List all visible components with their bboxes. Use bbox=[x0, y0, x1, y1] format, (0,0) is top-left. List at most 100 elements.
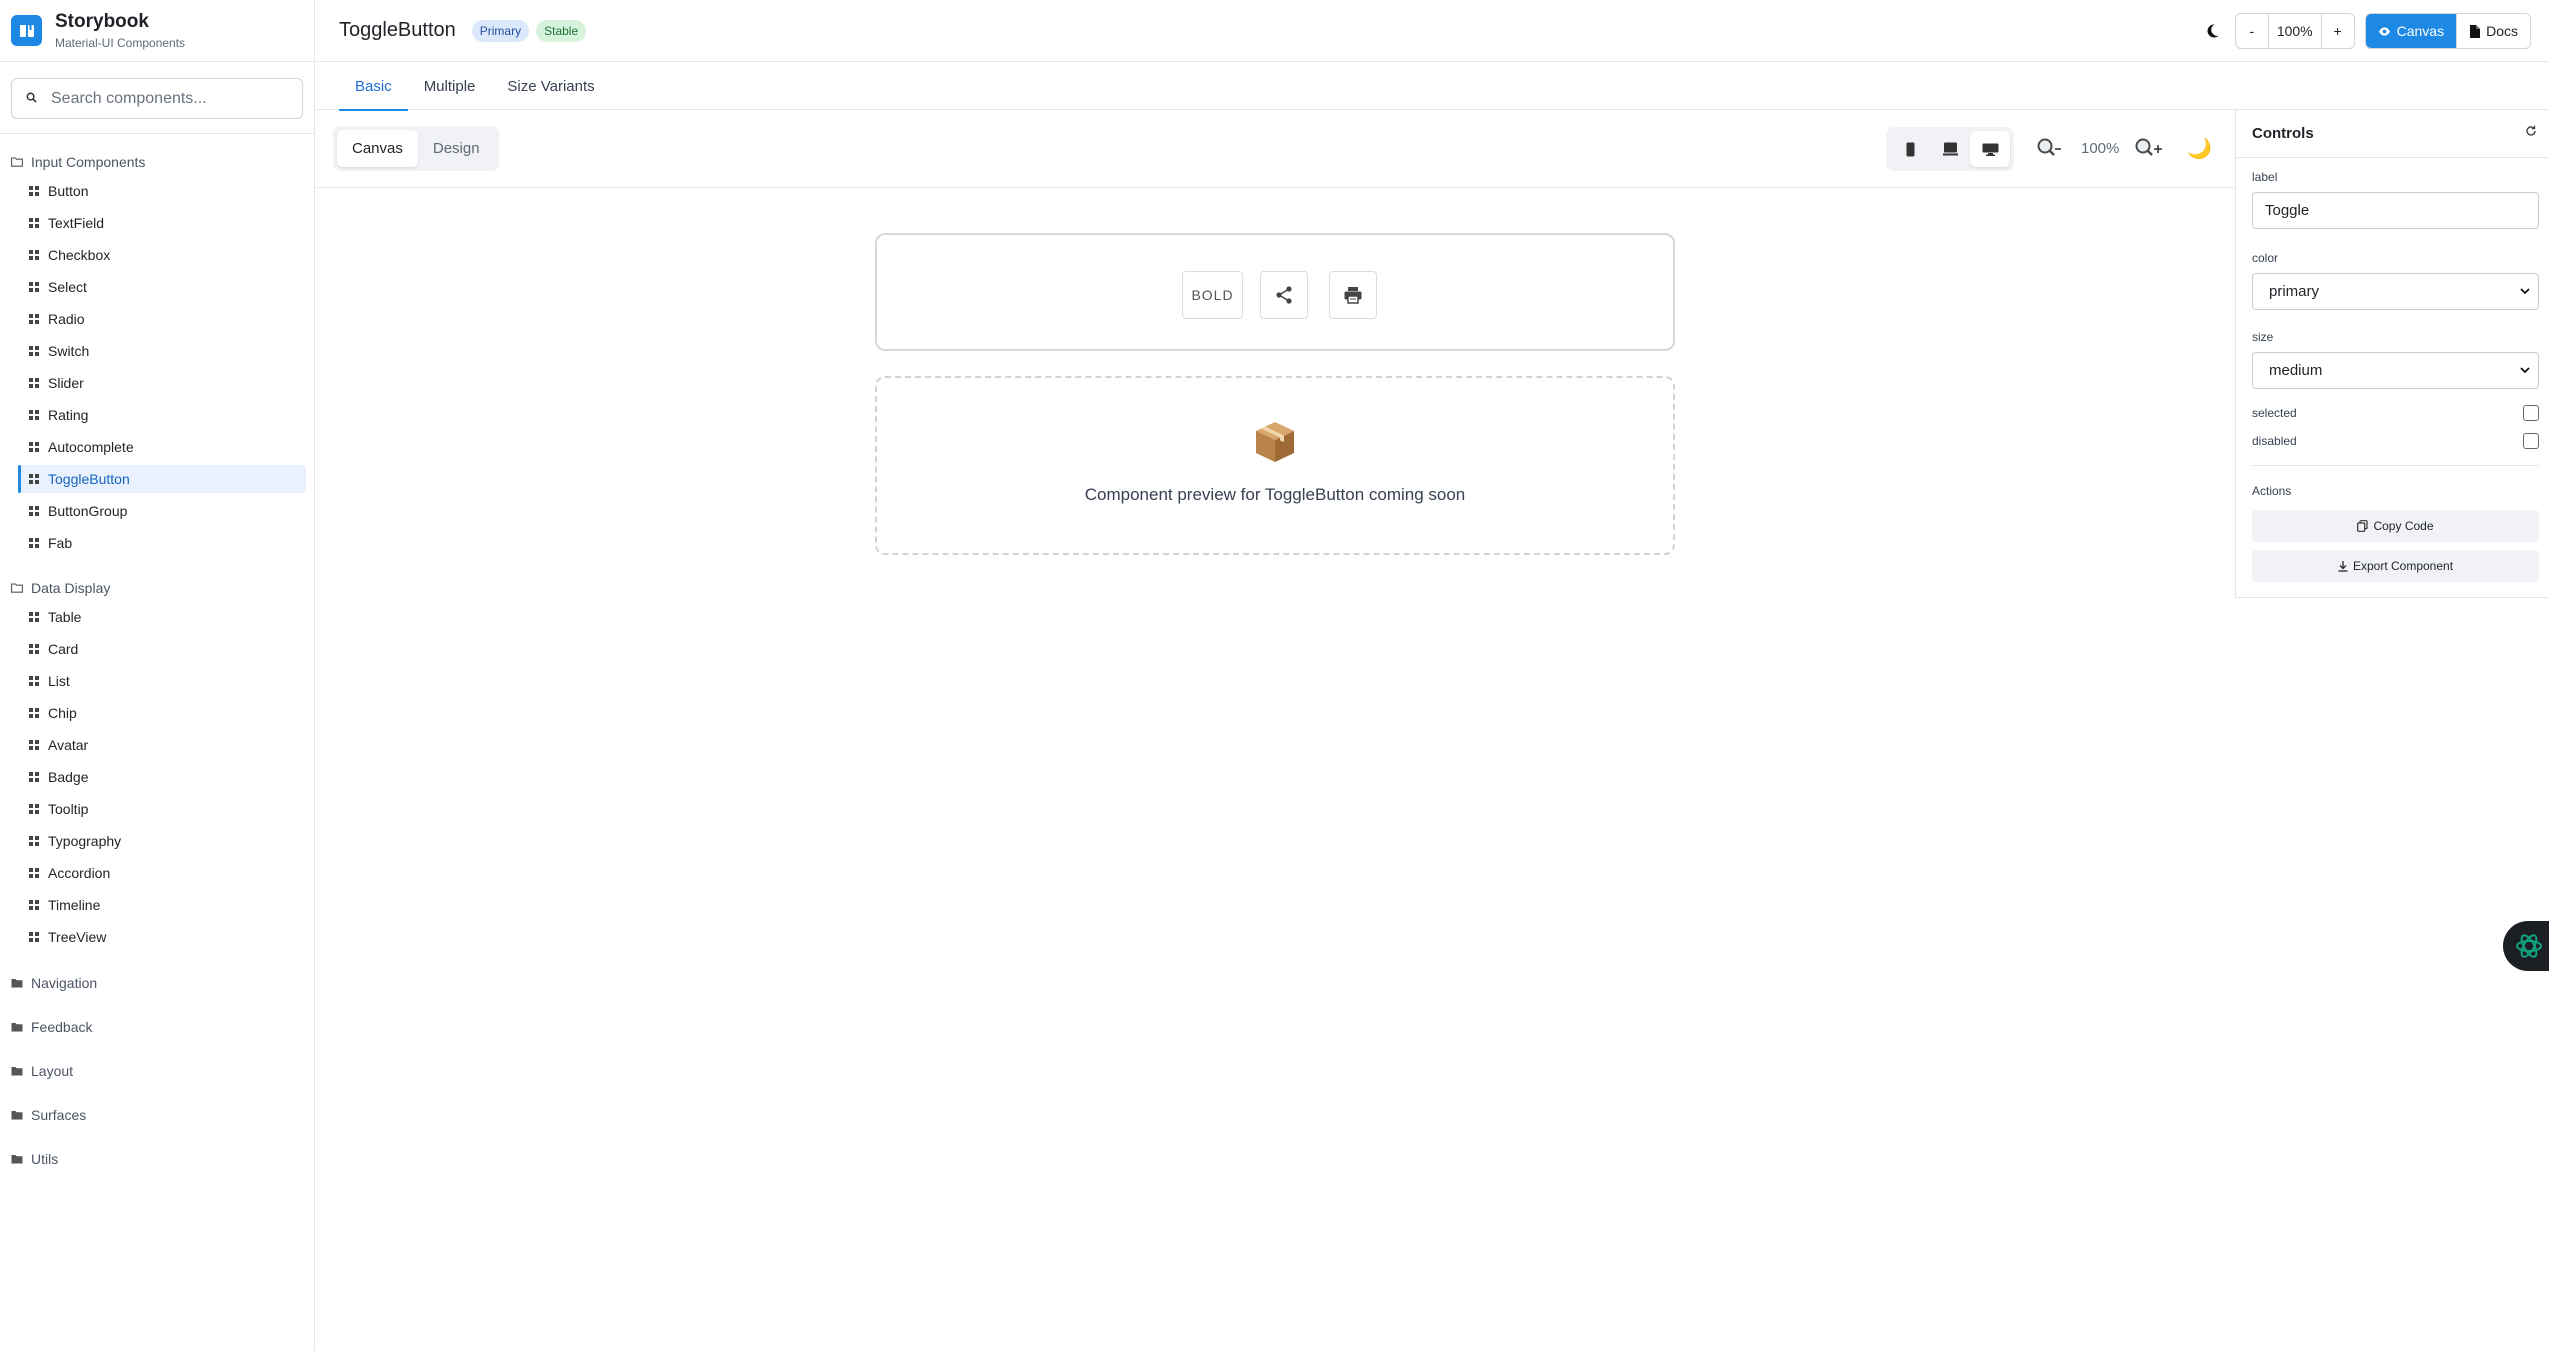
sidebar-item-slider[interactable]: Slider bbox=[19, 369, 306, 397]
component-grid-icon bbox=[29, 868, 39, 878]
device-switch bbox=[1886, 127, 2014, 171]
control-label-label: label bbox=[2252, 170, 2278, 184]
reset-controls-button[interactable] bbox=[2525, 124, 2537, 141]
sidebar-group-label: Input Components bbox=[31, 154, 146, 170]
sidebar-item-radio[interactable]: Radio bbox=[19, 305, 306, 333]
sidebar-group-data-display[interactable]: Data Display bbox=[0, 577, 314, 599]
toggle-share-button[interactable] bbox=[1260, 271, 1308, 319]
canvas-view-button[interactable]: Canvas bbox=[2365, 14, 2457, 48]
desktop-device-button[interactable] bbox=[1970, 131, 2010, 167]
tab-basic[interactable]: Basic bbox=[339, 62, 408, 111]
search-input[interactable] bbox=[51, 89, 271, 108]
zoom-in-button[interactable] bbox=[2134, 137, 2164, 164]
label-input[interactable]: Toggle bbox=[2252, 192, 2539, 229]
sidebar-item-typography[interactable]: Typography bbox=[19, 827, 306, 855]
component-grid-icon bbox=[29, 442, 39, 452]
theme-toggle-button[interactable] bbox=[2195, 14, 2229, 48]
sidebar-item-accordion[interactable]: Accordion bbox=[19, 859, 306, 887]
toggle-bold-button[interactable]: BOLD bbox=[1182, 271, 1243, 319]
header-zoom-value: 100% bbox=[2267, 14, 2322, 48]
controls-panel: Controls label Toggle color primary size… bbox=[2235, 110, 2549, 598]
sidebar: Storybook Material-UI Components Input C… bbox=[0, 0, 315, 1351]
sidebar-item-togglebutton[interactable]: ToggleButton bbox=[18, 465, 306, 493]
controls-title: Controls bbox=[2252, 125, 2314, 142]
desktop-icon bbox=[1982, 143, 1998, 156]
sidebar-group-layout[interactable]: Layout bbox=[0, 1059, 314, 1083]
sidebar-item-treeview[interactable]: TreeView bbox=[19, 923, 306, 951]
sidebar-item-timeline[interactable]: Timeline bbox=[19, 891, 306, 919]
size-select-value: medium bbox=[2269, 362, 2323, 379]
share-icon bbox=[1276, 286, 1292, 304]
tab-multiple[interactable]: Multiple bbox=[408, 62, 492, 110]
component-grid-icon bbox=[29, 346, 39, 356]
component-grid-icon bbox=[29, 506, 39, 516]
component-grid-icon bbox=[29, 612, 39, 622]
sidebar-group-feedback[interactable]: Feedback bbox=[0, 1015, 314, 1039]
component-grid-icon bbox=[29, 772, 39, 782]
sidebar-group-label: Utils bbox=[31, 1151, 59, 1167]
sidebar-item-label: TreeView bbox=[48, 929, 107, 945]
sidebar-item-label: Select bbox=[48, 279, 87, 295]
chevron-down-icon bbox=[2520, 288, 2530, 295]
sidebar-item-list[interactable]: List bbox=[19, 667, 306, 695]
toggle-print-button[interactable] bbox=[1329, 271, 1377, 319]
sidebar-item-fab[interactable]: Fab bbox=[19, 529, 306, 557]
component-grid-icon bbox=[29, 804, 39, 814]
sidebar-group-navigation[interactable]: Navigation bbox=[0, 971, 314, 995]
sidebar-item-label: List bbox=[48, 673, 70, 689]
mobile-device-button[interactable] bbox=[1890, 131, 1930, 167]
sidebar-group-label: Layout bbox=[31, 1063, 74, 1079]
sidebar-group-surfaces[interactable]: Surfaces bbox=[0, 1103, 314, 1127]
color-select[interactable]: primary bbox=[2252, 273, 2539, 310]
disabled-checkbox[interactable] bbox=[2523, 433, 2539, 449]
control-disabled-label: disabled bbox=[2252, 434, 2297, 448]
sidebar-item-button[interactable]: Button bbox=[19, 177, 306, 205]
color-select-value: primary bbox=[2269, 283, 2320, 300]
sidebar-item-buttongroup[interactable]: ButtonGroup bbox=[19, 497, 306, 525]
sidebar-item-avatar[interactable]: Avatar bbox=[19, 731, 306, 759]
docs-view-button[interactable]: Docs bbox=[2456, 14, 2530, 48]
header-zoom-out-button[interactable]: - bbox=[2236, 14, 2268, 48]
coming-soon-placeholder: Component preview for ToggleButton comin… bbox=[875, 376, 1675, 555]
component-grid-icon bbox=[29, 932, 39, 942]
header-zoom-in-button[interactable]: + bbox=[2322, 14, 2354, 48]
sidebar-item-chip[interactable]: Chip bbox=[19, 699, 306, 727]
sidebar-group-input-components[interactable]: Input Components bbox=[0, 151, 314, 173]
sidebar-item-switch[interactable]: Switch bbox=[19, 337, 306, 365]
sidebar-item-label: Radio bbox=[48, 311, 85, 327]
component-grid-icon bbox=[29, 538, 39, 548]
download-icon bbox=[2338, 560, 2348, 572]
ai-assistant-button[interactable] bbox=[2503, 921, 2549, 971]
copy-code-button[interactable]: Copy Code bbox=[2252, 510, 2539, 542]
sidebar-item-rating[interactable]: Rating bbox=[19, 401, 306, 429]
tablet-device-button[interactable] bbox=[1930, 131, 1970, 167]
sidebar-item-tooltip[interactable]: Tooltip bbox=[19, 795, 306, 823]
canvas-toolbar: Canvas Design 100% 🌙 bbox=[316, 110, 2236, 188]
sidebar-item-autocomplete[interactable]: Autocomplete bbox=[19, 433, 306, 461]
sidebar-item-label: Accordion bbox=[48, 865, 111, 881]
header-zoom-control: - 100% + bbox=[2234, 13, 2355, 49]
component-grid-icon bbox=[29, 186, 39, 196]
print-icon bbox=[1344, 287, 1362, 304]
sidebar-group-utils[interactable]: Utils bbox=[0, 1147, 314, 1171]
mode-canvas-button[interactable]: Canvas bbox=[337, 130, 418, 167]
sidebar-item-table[interactable]: Table bbox=[19, 603, 306, 631]
selected-checkbox[interactable] bbox=[2523, 405, 2539, 421]
copy-icon bbox=[2357, 520, 2369, 532]
folder-icon bbox=[11, 1110, 23, 1120]
sidebar-item-card[interactable]: Card bbox=[19, 635, 306, 663]
size-select[interactable]: medium bbox=[2252, 352, 2539, 389]
tab-size-variants[interactable]: Size Variants bbox=[491, 62, 610, 110]
sidebar-item-badge[interactable]: Badge bbox=[19, 763, 306, 791]
sidebar-item-select[interactable]: Select bbox=[19, 273, 306, 301]
sidebar-item-checkbox[interactable]: Checkbox bbox=[19, 241, 306, 269]
export-component-button[interactable]: Export Component bbox=[2252, 550, 2539, 582]
zoom-out-button[interactable] bbox=[2036, 137, 2062, 164]
sidebar-item-textfield[interactable]: TextField bbox=[19, 209, 306, 237]
mode-design-button[interactable]: Design bbox=[418, 130, 495, 167]
search-box[interactable] bbox=[11, 78, 303, 119]
sidebar-group-label: Feedback bbox=[31, 1019, 93, 1035]
control-size-label: size bbox=[2252, 330, 2274, 344]
canvas-theme-button[interactable]: 🌙 bbox=[2187, 136, 2212, 161]
sidebar-item-label: Tooltip bbox=[48, 801, 89, 817]
